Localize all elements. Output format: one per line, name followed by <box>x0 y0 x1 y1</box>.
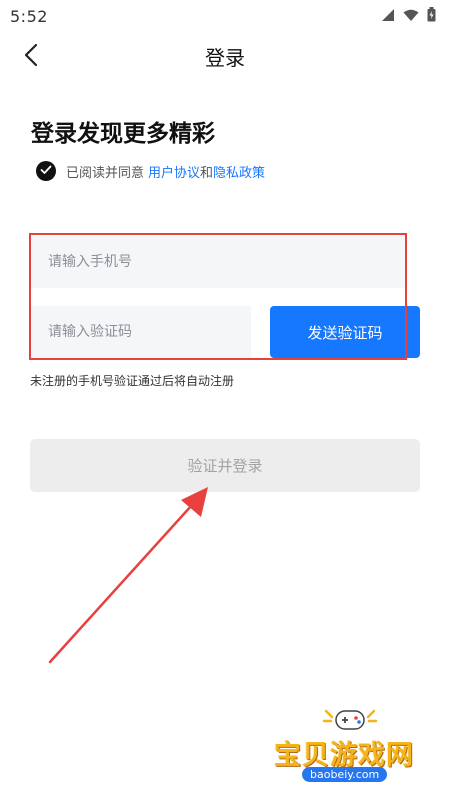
nav-bar: 登录 <box>0 34 450 80</box>
signal-icon <box>381 7 395 26</box>
agreement-prefix: 已阅读并同意 <box>66 165 145 181</box>
auto-register-hint: 未注册的手机号验证通过后将自动注册 <box>30 374 235 388</box>
watermark-url: baobeiy.com <box>302 767 388 782</box>
send-code-button[interactable]: 发送验证码 <box>270 306 420 358</box>
agreement-row: 已阅读并同意 用户协议 和 隐私政策 <box>36 161 265 181</box>
verification-code-input[interactable] <box>30 306 251 358</box>
watermark-logo: 宝贝游戏网 baobeiy.com <box>272 705 442 795</box>
verify-login-button[interactable]: 验证并登录 <box>30 439 420 492</box>
wifi-icon <box>403 7 419 26</box>
status-time: 5:52 <box>10 6 48 26</box>
agreement-and: 和 <box>200 165 214 181</box>
phone-input[interactable] <box>30 236 405 288</box>
headline: 登录发现更多精彩 <box>31 121 215 147</box>
status-bar: 5:52 <box>0 0 450 32</box>
agreement-checkbox[interactable] <box>36 161 56 181</box>
status-icons <box>381 6 436 26</box>
user-agreement-link[interactable]: 用户协议 <box>148 162 200 181</box>
page-title: 登录 <box>205 46 245 70</box>
privacy-policy-link[interactable]: 隐私政策 <box>213 162 265 181</box>
battery-icon <box>427 6 436 26</box>
gamepad-icon <box>322 709 378 730</box>
checkmark-icon <box>40 164 52 179</box>
